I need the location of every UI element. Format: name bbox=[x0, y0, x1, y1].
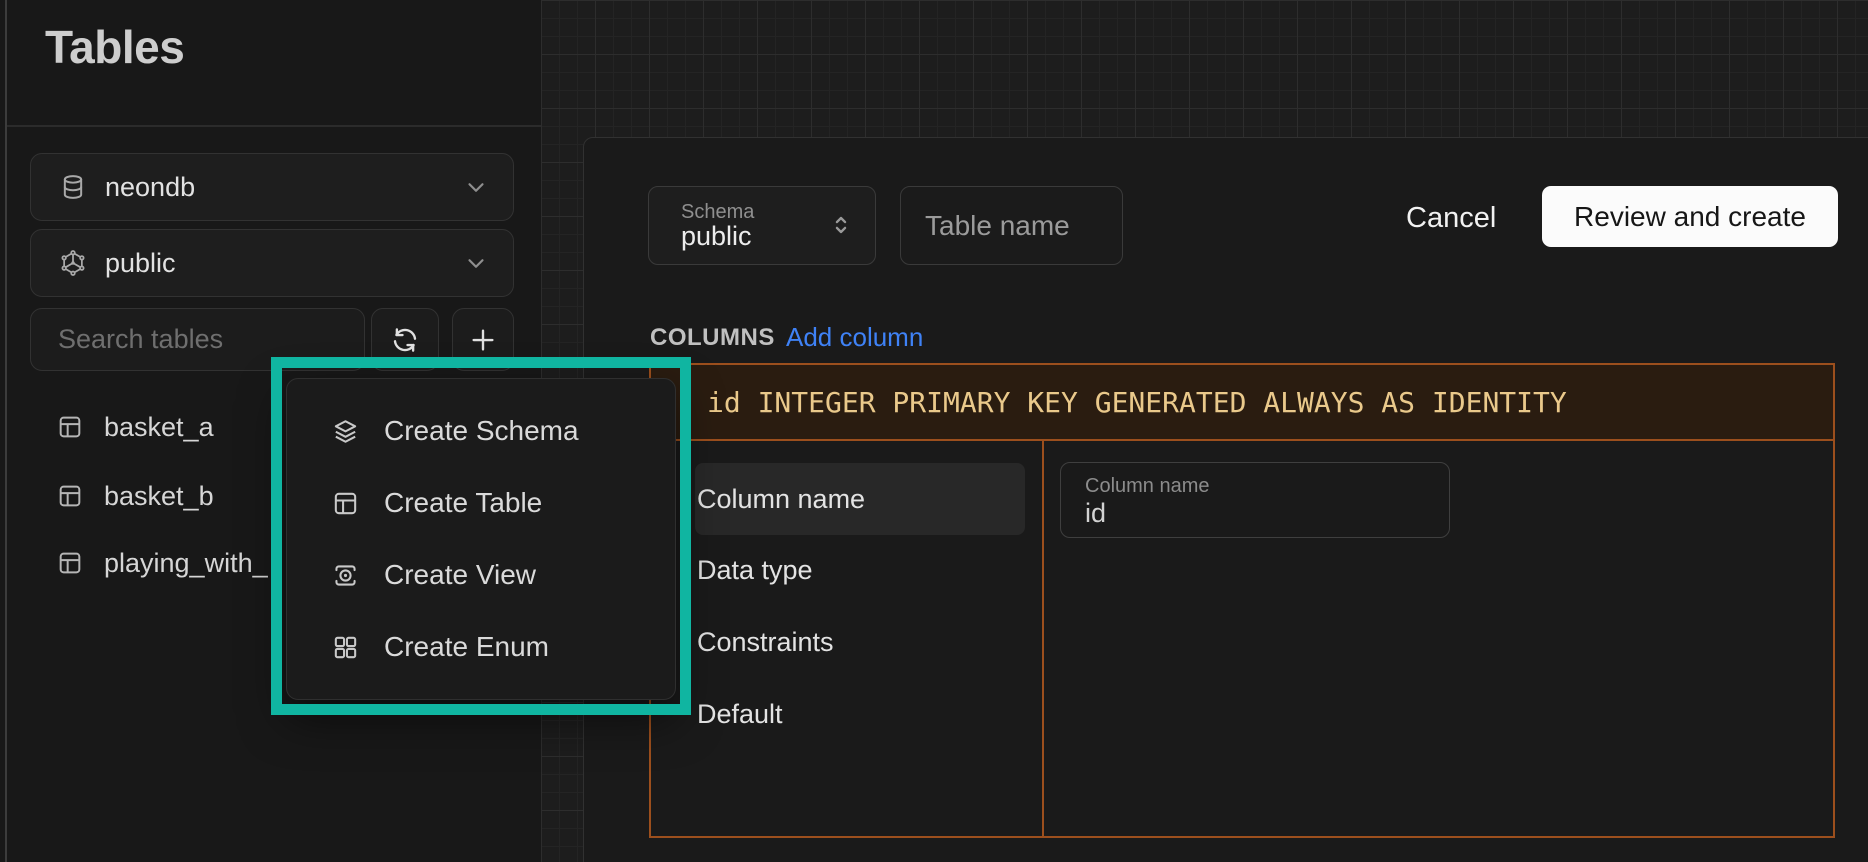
cancel-button[interactable]: Cancel bbox=[1388, 192, 1514, 244]
review-and-create-button[interactable]: Review and create bbox=[1542, 186, 1838, 247]
menu-item-create-schema[interactable]: Create Schema bbox=[287, 395, 675, 467]
menu-item-label: Create Table bbox=[384, 487, 542, 519]
create-dropdown-menu: Create Schema Create Table Create View C… bbox=[286, 378, 676, 700]
view-eye-icon bbox=[331, 561, 360, 590]
add-table-button[interactable] bbox=[452, 308, 514, 371]
column-sql-preview-row[interactable]: id INTEGER PRIMARY KEY GENERATED ALWAYS … bbox=[651, 365, 1833, 441]
tab-column-name[interactable]: Column name bbox=[695, 463, 1025, 535]
columns-section-header: COLUMNS bbox=[650, 324, 775, 352]
menu-item-label: Create Schema bbox=[384, 415, 579, 447]
tab-data-type[interactable]: Data type bbox=[695, 534, 1025, 606]
column-editor-panel: id INTEGER PRIMARY KEY GENERATED ALWAYS … bbox=[649, 363, 1835, 838]
table-list-item-playing-with[interactable]: playing_with_ bbox=[30, 539, 310, 587]
window-left-edge bbox=[5, 0, 7, 862]
refresh-tables-button[interactable] bbox=[371, 308, 439, 371]
chevron-down-icon bbox=[463, 250, 489, 276]
database-select[interactable]: neondb bbox=[30, 153, 514, 221]
chevron-updown-icon bbox=[827, 211, 855, 239]
database-icon bbox=[59, 173, 87, 201]
tab-constraints[interactable]: Constraints bbox=[695, 606, 1025, 678]
schema-select-value: public bbox=[105, 248, 463, 279]
plus-icon bbox=[468, 325, 498, 355]
column-name-field: Column name bbox=[1060, 462, 1450, 538]
sidebar-header-divider bbox=[7, 125, 541, 127]
page-title: Tables bbox=[45, 20, 184, 74]
schema-field-select[interactable]: Schema public bbox=[648, 186, 876, 265]
table-icon bbox=[56, 482, 84, 510]
tab-default[interactable]: Default bbox=[695, 678, 1025, 750]
search-tables-input[interactable] bbox=[30, 308, 365, 371]
add-column-link[interactable]: Add column bbox=[786, 322, 923, 353]
table-name-label: basket_a bbox=[104, 412, 214, 443]
menu-item-create-enum[interactable]: Create Enum bbox=[287, 611, 675, 683]
menu-item-label: Create Enum bbox=[384, 631, 549, 663]
menu-item-label: Create View bbox=[384, 559, 536, 591]
table-list-item-basket-b[interactable]: basket_b bbox=[30, 472, 310, 520]
schema-icon bbox=[59, 249, 87, 277]
schema-field-value: public bbox=[681, 221, 752, 252]
menu-item-create-table[interactable]: Create Table bbox=[287, 467, 675, 539]
table-name-input[interactable] bbox=[900, 186, 1123, 265]
app-window: Tables neondb public bbox=[0, 0, 1868, 862]
schema-select[interactable]: public bbox=[30, 229, 514, 297]
column-sql-preview: id INTEGER PRIMARY KEY GENERATED ALWAYS … bbox=[707, 386, 1567, 419]
table-name-label: playing_with_ bbox=[104, 548, 268, 579]
table-icon bbox=[331, 489, 360, 518]
column-name-input[interactable] bbox=[1085, 498, 1415, 529]
grid-squares-icon bbox=[331, 633, 360, 662]
table-list-item-basket-a[interactable]: basket_a bbox=[30, 403, 310, 451]
layers-icon bbox=[331, 417, 360, 446]
chevron-down-icon bbox=[463, 174, 489, 200]
database-select-value: neondb bbox=[105, 172, 463, 203]
refresh-icon bbox=[390, 325, 420, 355]
editor-vertical-divider bbox=[1042, 441, 1044, 836]
table-icon bbox=[56, 413, 84, 441]
table-name-label: basket_b bbox=[104, 481, 214, 512]
table-icon bbox=[56, 549, 84, 577]
menu-item-create-view[interactable]: Create View bbox=[287, 539, 675, 611]
column-name-field-label: Column name bbox=[1085, 475, 1210, 498]
